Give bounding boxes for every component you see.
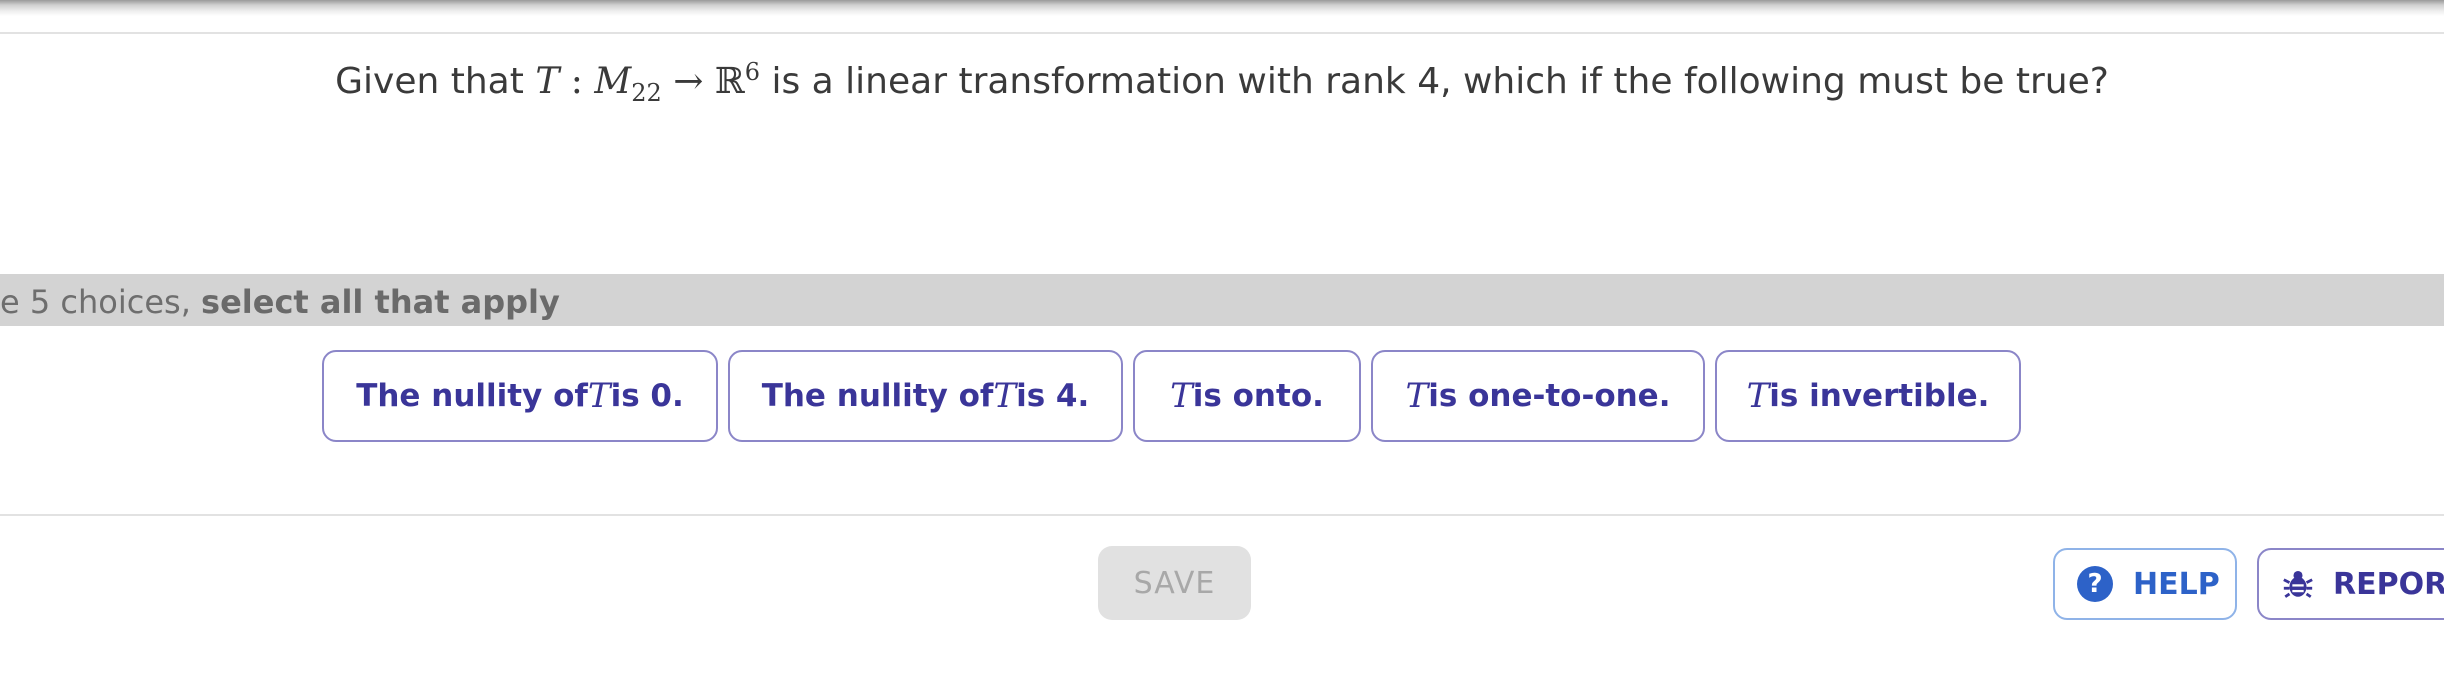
save-button-label: SAVE bbox=[1133, 565, 1216, 601]
question-prefix: Given that bbox=[335, 61, 536, 102]
choice-label-after: is invertible. bbox=[1769, 378, 1990, 414]
math-domain: M22 bbox=[594, 61, 661, 107]
question-text: Given that T : M22 → ℝ6 is a linear tran… bbox=[0, 58, 2444, 107]
choice-label-after: is one-to-one. bbox=[1428, 378, 1671, 414]
math-colon: : bbox=[559, 61, 595, 102]
choice-label-before: The nullity of bbox=[356, 378, 588, 414]
math-symbol-t: T bbox=[1746, 376, 1770, 416]
choice-nullity-four[interactable]: The nullity of T is 4. bbox=[728, 350, 1123, 442]
choice-label-after: is 0. bbox=[610, 378, 684, 414]
instruction-bar: e 5 choices, select all that apply bbox=[0, 274, 2444, 326]
math-domain-subscript: 22 bbox=[631, 79, 662, 108]
instruction-emphasis: select all that apply bbox=[201, 283, 560, 321]
choice-one-to-one[interactable]: T is one-to-one. bbox=[1371, 350, 1705, 442]
choice-label-after: is 4. bbox=[1016, 378, 1090, 414]
help-button[interactable]: ? HELP bbox=[2053, 548, 2237, 620]
choice-label-after: is onto. bbox=[1192, 378, 1324, 414]
choice-label-before: The nullity of bbox=[761, 378, 994, 414]
page: Given that T : M22 → ℝ6 is a linear tran… bbox=[0, 0, 2444, 684]
question-circle-icon: ? bbox=[2077, 566, 2113, 602]
math-symbol-t: T bbox=[587, 376, 611, 416]
math-codomain-superscript: 6 bbox=[744, 58, 761, 86]
math-arrow: → bbox=[661, 61, 715, 102]
report-button-label: REPOR bbox=[2333, 566, 2444, 602]
choice-invertible[interactable]: T is invertible. bbox=[1715, 350, 2021, 442]
help-button-label: HELP bbox=[2133, 566, 2220, 602]
bug-icon bbox=[2283, 570, 2313, 598]
question-suffix: is a linear transformation with rank 4, … bbox=[760, 61, 2109, 102]
top-divider bbox=[0, 32, 2444, 34]
save-button[interactable]: SAVE bbox=[1098, 546, 1251, 620]
math-symbol-t: T bbox=[1405, 376, 1429, 416]
choice-onto[interactable]: T is onto. bbox=[1133, 350, 1361, 442]
top-shadow bbox=[0, 0, 2444, 16]
instruction-text: e 5 choices, select all that apply bbox=[0, 283, 560, 321]
choice-list: The nullity of T is 0. The nullity of T … bbox=[322, 350, 2021, 442]
report-button[interactable]: REPOR bbox=[2257, 548, 2444, 620]
bottom-divider bbox=[0, 514, 2444, 516]
choice-nullity-zero[interactable]: The nullity of T is 0. bbox=[322, 350, 718, 442]
instruction-lead: e 5 choices, bbox=[0, 283, 202, 321]
math-symbol-t: T bbox=[993, 376, 1017, 416]
math-codomain-base: ℝ bbox=[714, 61, 745, 102]
math-domain-base: M bbox=[594, 61, 632, 102]
math-codomain: ℝ6 bbox=[714, 58, 761, 102]
math-symbol-t: T bbox=[1170, 376, 1193, 416]
math-symbol-t: T bbox=[535, 61, 560, 102]
